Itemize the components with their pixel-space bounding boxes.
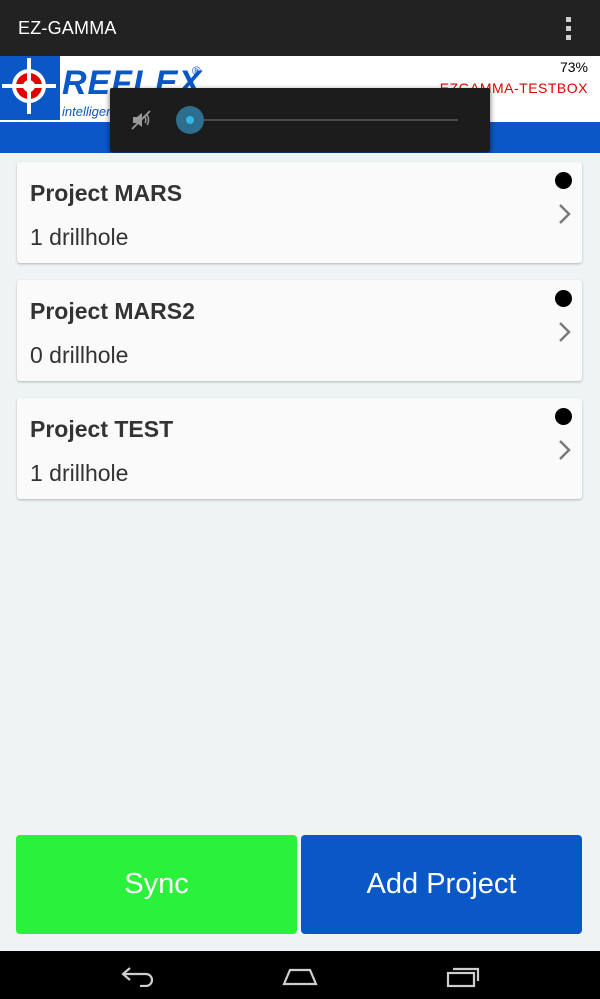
action-bar: EZ-GAMMA bbox=[0, 0, 600, 56]
battery-level: 73% bbox=[559, 59, 588, 75]
project-drillhole-count: 1 drillhole bbox=[30, 460, 129, 486]
recents-icon-glyph bbox=[446, 967, 480, 988]
volume-popup bbox=[110, 88, 490, 152]
crosshair-logo-icon bbox=[0, 56, 60, 120]
volume-slider-track[interactable] bbox=[190, 119, 458, 121]
more-vert-icon[interactable] bbox=[554, 14, 582, 42]
home-icon[interactable] bbox=[265, 959, 335, 993]
status-dot bbox=[555, 172, 572, 189]
app-screen: EZ-GAMMA REFLEX ® intelligen 73% EZGAMMA… bbox=[0, 0, 600, 999]
menu-dot bbox=[565, 16, 571, 22]
navigation-bar bbox=[0, 951, 600, 999]
chevron-right-icon bbox=[559, 440, 571, 460]
project-drillhole-count: 1 drillhole bbox=[30, 224, 129, 250]
volume-muted-icon[interactable] bbox=[130, 108, 154, 132]
app-title: EZ-GAMMA bbox=[18, 18, 117, 38]
brand-tagline: intelligen bbox=[62, 104, 114, 119]
registered-mark: ® bbox=[192, 64, 201, 78]
status-dot bbox=[555, 408, 572, 425]
back-icon-glyph bbox=[121, 967, 154, 987]
menu-dot bbox=[565, 34, 571, 40]
menu-dot bbox=[565, 25, 571, 31]
project-card[interactable]: Project MARS2 0 drillhole bbox=[17, 280, 582, 381]
project-name: Project MARS bbox=[30, 180, 183, 206]
sync-button[interactable]: Sync bbox=[16, 835, 297, 934]
home-icon-glyph bbox=[282, 968, 318, 986]
recents-icon[interactable] bbox=[428, 959, 498, 993]
project-card[interactable]: Project MARS 1 drillhole bbox=[17, 162, 582, 263]
status-dot bbox=[555, 290, 572, 307]
chevron-right-icon bbox=[559, 204, 571, 224]
add-project-button[interactable]: Add Project bbox=[301, 835, 582, 934]
project-name: Project MARS2 bbox=[30, 298, 195, 324]
project-list: Project MARS 1 drillhole Project MARS2 0… bbox=[0, 153, 600, 951]
project-name: Project TEST bbox=[30, 416, 174, 442]
project-drillhole-count: 0 drillhole bbox=[30, 342, 129, 368]
chevron-right-icon bbox=[559, 322, 571, 342]
project-card[interactable]: Project TEST 1 drillhole bbox=[17, 398, 582, 499]
back-icon[interactable] bbox=[103, 959, 173, 993]
volume-slider-thumb[interactable] bbox=[176, 106, 204, 134]
